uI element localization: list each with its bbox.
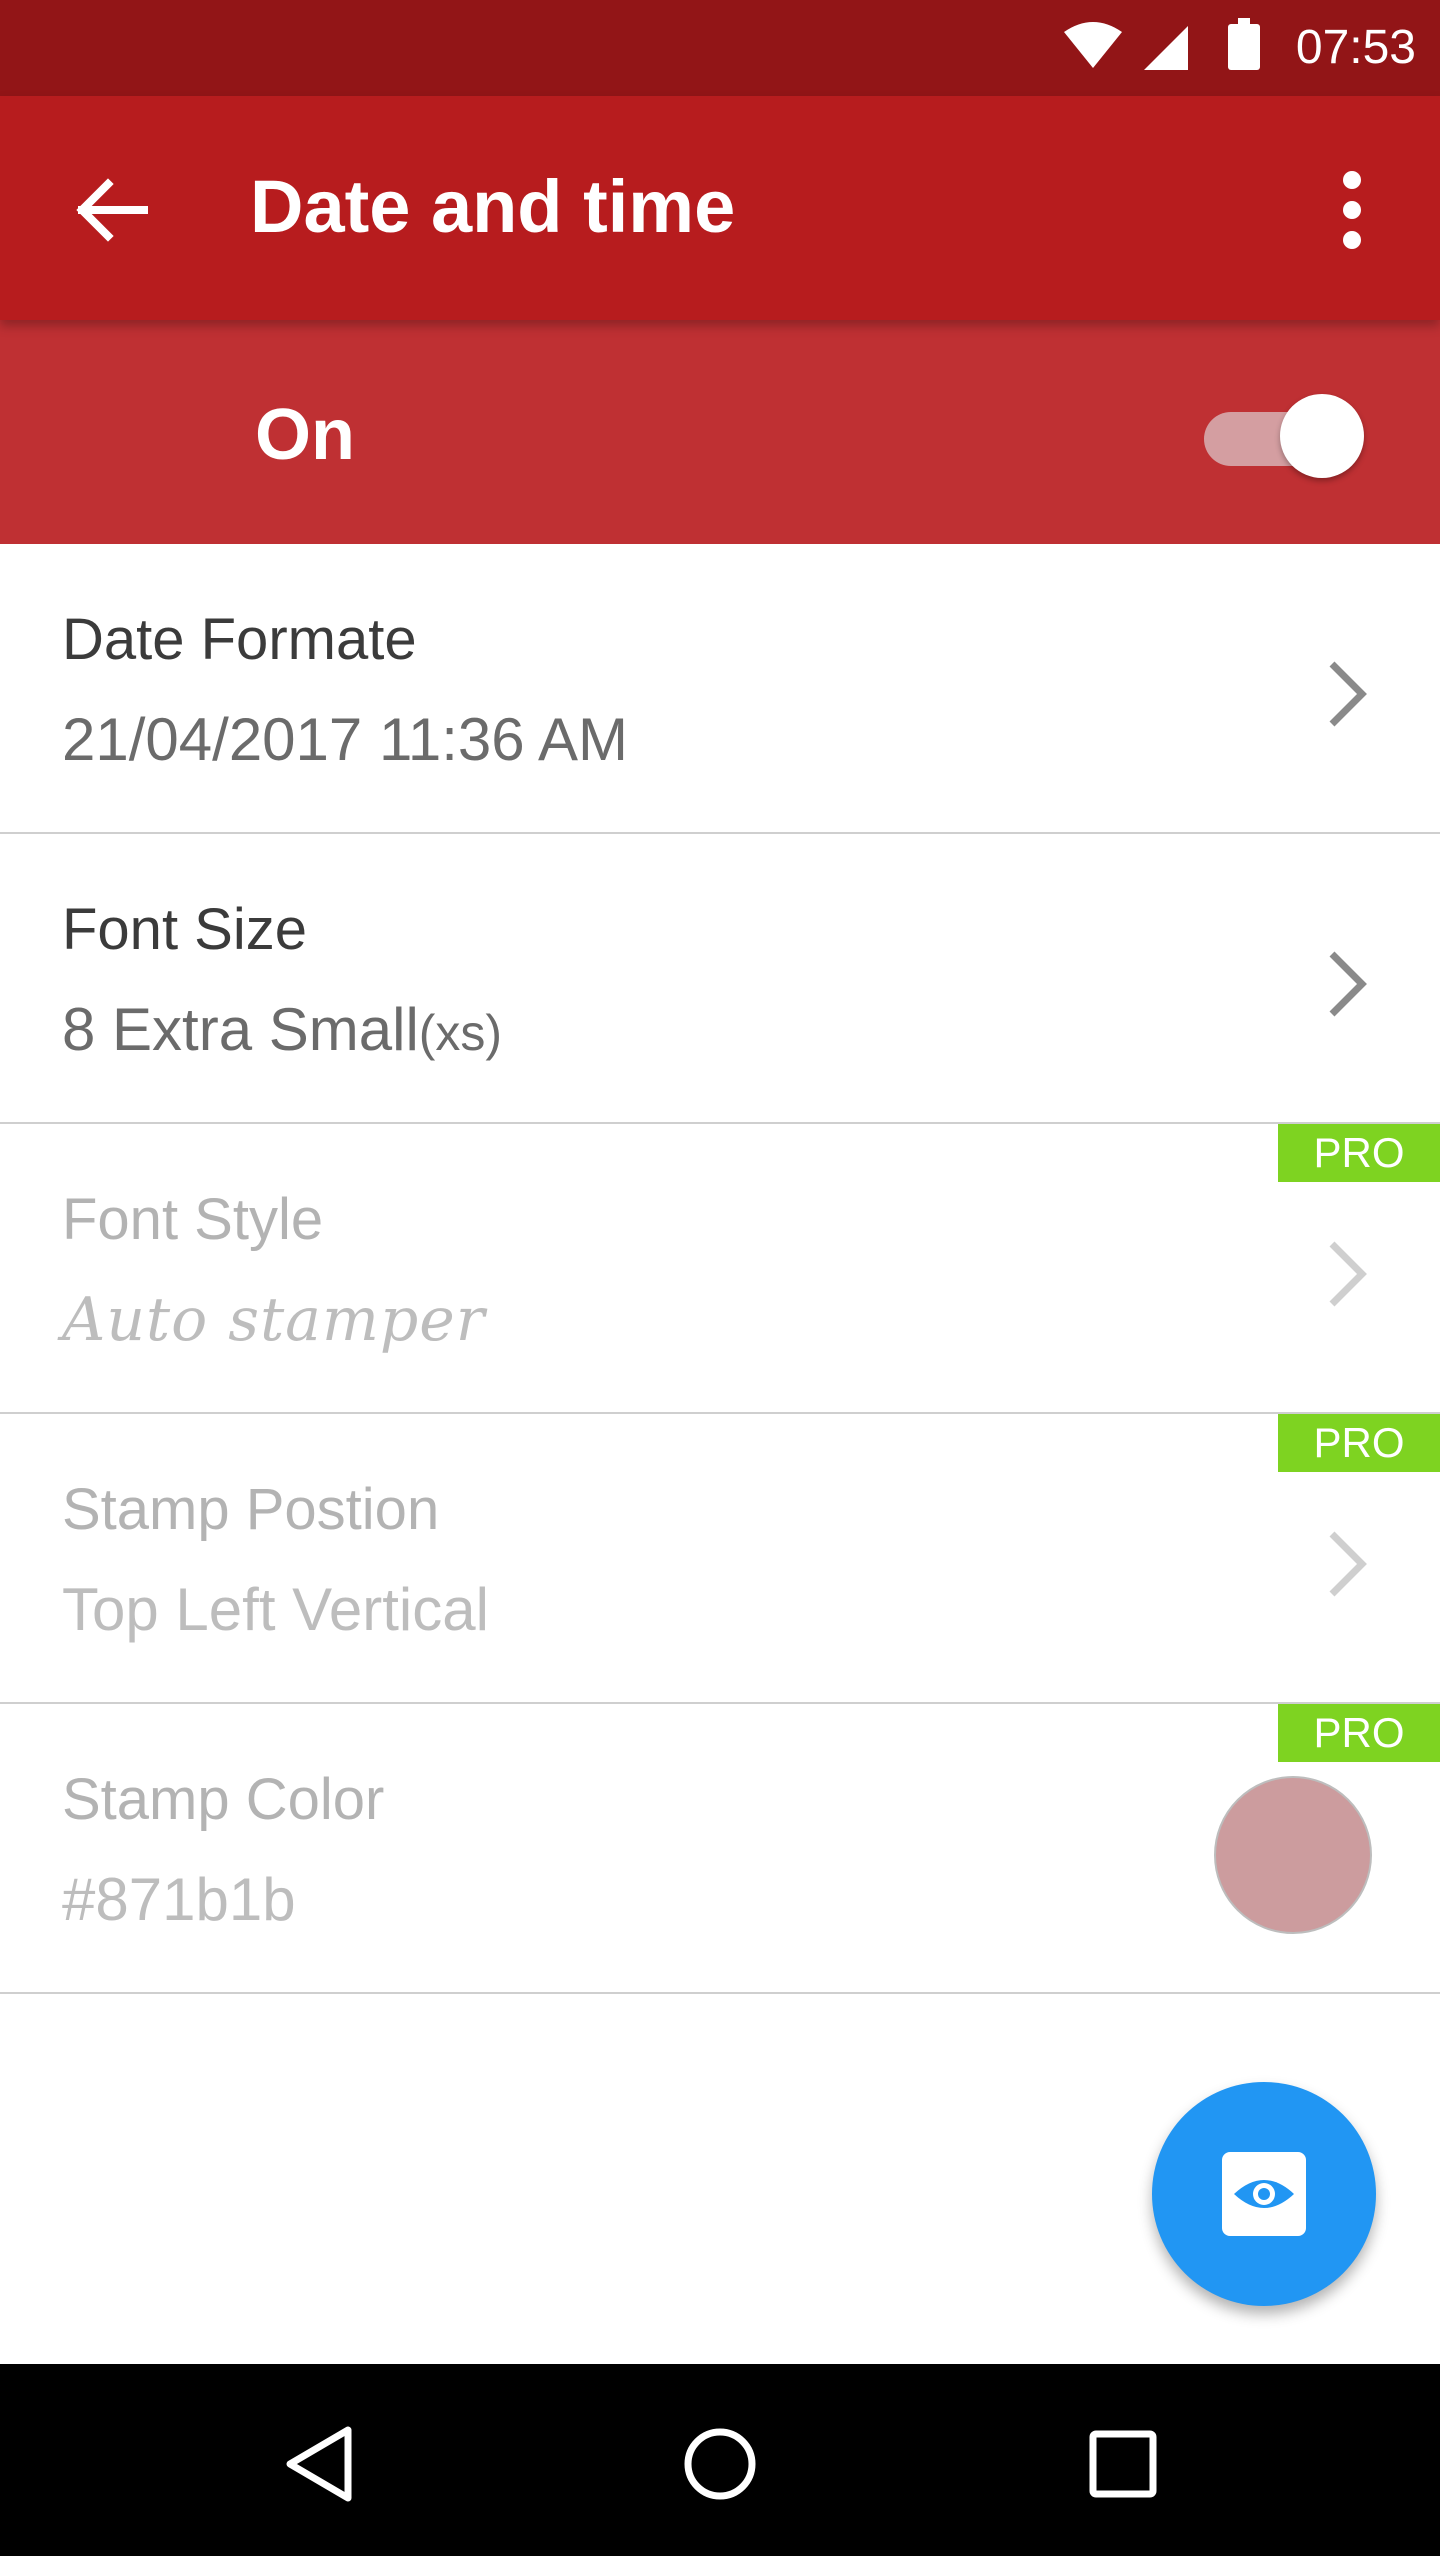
- setting-title: Font Style: [62, 1187, 324, 1252]
- pro-badge: PRO: [1278, 1704, 1440, 1762]
- status-bar: 07:53: [0, 0, 1440, 96]
- master-toggle-switch[interactable]: [1204, 390, 1364, 480]
- recents-square-icon[interactable]: [1073, 2414, 1173, 2514]
- battery-icon: [1228, 18, 1260, 70]
- setting-font-size[interactable]: Font Size 8 Extra Small(xs): [0, 834, 1440, 1124]
- master-switch-label: On: [255, 395, 355, 475]
- signal-icon: [1144, 26, 1188, 70]
- setting-title: Stamp Postion: [62, 1477, 440, 1542]
- eye-icon: [1222, 2152, 1306, 2236]
- setting-title: Font Size: [62, 897, 307, 962]
- settings-list: Date Formate 21/04/2017 11:36 AM Font Si…: [0, 544, 1440, 1994]
- setting-date-format[interactable]: Date Formate 21/04/2017 11:36 AM: [0, 544, 1440, 834]
- more-vert-icon[interactable]: [1320, 162, 1384, 258]
- pro-badge: PRO: [1278, 1414, 1440, 1472]
- setting-value: Auto stamper: [62, 1285, 486, 1355]
- setting-title: Date Formate: [62, 607, 417, 672]
- status-time: 07:53: [1295, 21, 1416, 74]
- setting-value: 21/04/2017 11:36 AM: [62, 706, 629, 773]
- font-size-suffix: (xs): [418, 1005, 503, 1061]
- arrow-back-icon[interactable]: [68, 168, 152, 252]
- setting-title: Stamp Color: [62, 1767, 385, 1832]
- setting-value: Top Left Vertical: [62, 1576, 489, 1643]
- toggle-thumb: [1280, 394, 1364, 478]
- page-title: Date and time: [250, 165, 736, 248]
- setting-value: 8 Extra Small(xs): [62, 994, 502, 1069]
- setting-font-style[interactable]: PRO Font Style Auto stamper: [0, 1124, 1440, 1414]
- chevron-right-icon: [1329, 661, 1367, 727]
- preview-fab-button[interactable]: [1152, 2082, 1376, 2306]
- pro-badge: PRO: [1278, 1124, 1440, 1182]
- setting-value: #871b1b: [62, 1866, 296, 1933]
- chevron-right-icon: [1329, 1531, 1367, 1597]
- color-swatch[interactable]: [1214, 1776, 1372, 1934]
- setting-stamp-position[interactable]: PRO Stamp Postion Top Left Vertical: [0, 1414, 1440, 1704]
- setting-stamp-color[interactable]: PRO Stamp Color #871b1b: [0, 1704, 1440, 1994]
- home-circle-icon[interactable]: [670, 2414, 770, 2514]
- wifi-icon: [1064, 22, 1122, 68]
- font-size-value: 8 Extra Small: [62, 996, 419, 1063]
- system-nav-bar: [0, 2364, 1440, 2556]
- chevron-right-icon: [1329, 951, 1367, 1017]
- back-triangle-icon[interactable]: [270, 2414, 370, 2514]
- chevron-right-icon: [1329, 1241, 1367, 1307]
- app-bar: Date and time: [0, 96, 1440, 320]
